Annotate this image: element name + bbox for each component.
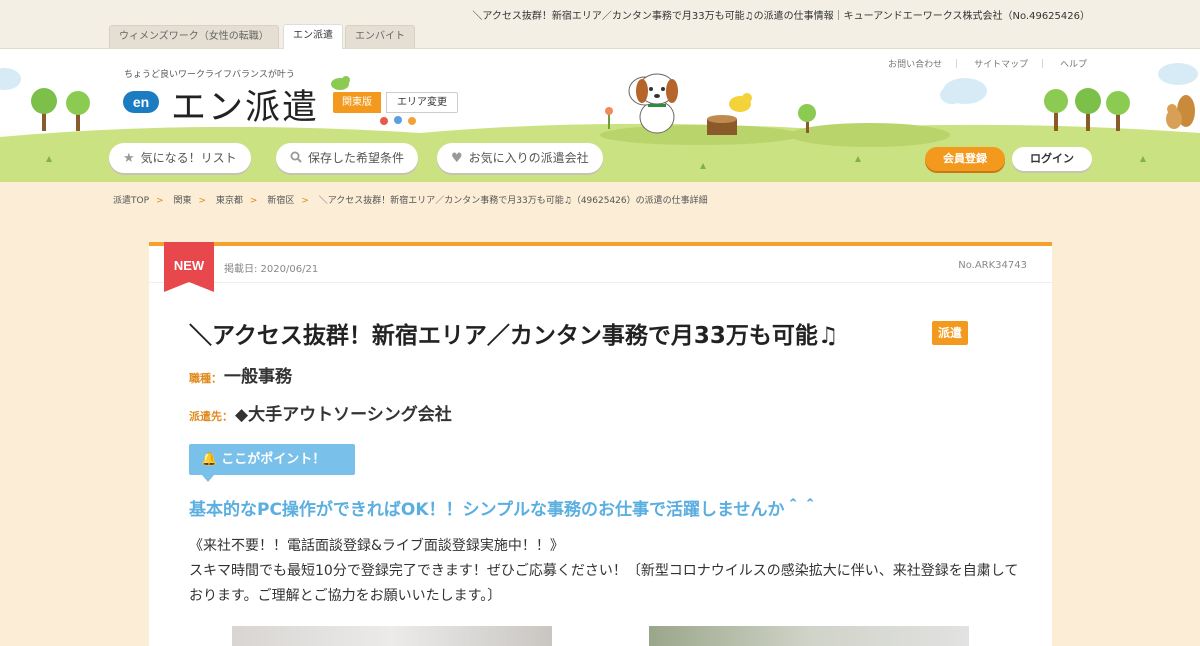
favorite-agencies-label: お気に入りの派遣会社 (468, 151, 589, 165)
catch-copy: 基本的なPC操作ができればOK！！シンプルな事務のお仕事で活躍しませんか＾＾ (189, 500, 819, 520)
page-title: ＼アクセス抜群！新宿エリア／カンタン事務で月33万も可能♫の派遣の仕事情報｜キュ… (472, 11, 1090, 22)
job-detail-card: NEW 掲載日: 2020/06/21 No.ARK34743 ＼アクセス抜群！… (149, 242, 1052, 646)
breadcrumb-separator: > (156, 196, 164, 206)
utility-links: お問い合わせ ｜ サイトマップ ｜ ヘルプ (882, 57, 1093, 70)
breadcrumb-separator: > (249, 196, 258, 206)
login-button[interactable]: ログイン (1012, 147, 1092, 171)
register-button[interactable]: 会員登録 (925, 147, 1005, 171)
tab-en-baito[interactable]: エンバイト (345, 25, 415, 48)
description-line: スキマ時間でも最短10分で登録完了できます！ぜひご応募ください！〔新型コロナウイ… (189, 563, 1019, 604)
new-ribbon: NEW (164, 242, 214, 292)
point-label-tail (202, 475, 214, 482)
job-category-value: 一般事務 (224, 367, 292, 387)
star-icon: ★ (123, 151, 135, 166)
point-label-text: ここがポイント！ (221, 452, 326, 467)
area-change-button[interactable]: エリア変更 (386, 92, 458, 113)
help-link[interactable]: ヘルプ (1060, 60, 1087, 70)
job-category-label: 職種： (189, 372, 222, 385)
search-icon (290, 144, 302, 174)
breadcrumb-item[interactable]: 東京都 (216, 196, 243, 206)
breadcrumb-separator: > (198, 196, 206, 206)
employment-type-badge: 派遣 (932, 321, 969, 345)
posted-date: 掲載日: 2020/06/21 (224, 264, 319, 275)
description-line: 《来社不要！！電話面談登録&ライブ面談登録実施中！！》 (189, 538, 564, 554)
sitemap-link[interactable]: サイトマップ (974, 60, 1028, 70)
en-logo-icon[interactable]: en (123, 91, 159, 113)
region-badge: 関東版 (333, 92, 381, 113)
card-header: NEW 掲載日: 2020/06/21 No.ARK34743 (149, 242, 1052, 292)
breadcrumb-item[interactable]: 関東 (173, 196, 191, 206)
point-label: 🔔 ここがポイント！ (189, 444, 355, 475)
breadcrumb-separator: > (301, 196, 309, 206)
job-photo (649, 626, 969, 646)
job-category: 職種： 一般事務 (189, 362, 292, 387)
site-logo[interactable]: エン派遣 (171, 79, 319, 130)
job-number: No.ARK34743 (958, 260, 1027, 271)
tab-en-haken[interactable]: エン派遣 (283, 24, 343, 49)
dispatch-value: ◆大手アウトソーシング会社 (235, 405, 452, 425)
saved-search-button[interactable]: 保存した希望条件 (276, 143, 419, 174)
saved-search-label: 保存した希望条件 (308, 151, 405, 165)
favorite-agencies-button[interactable]: ♥ お気に入りの派遣会社 (437, 143, 603, 173)
breadcrumb-item[interactable]: 派遣TOP (113, 196, 149, 206)
job-title: ＼アクセス抜群！新宿エリア／カンタン事務で月33万も可能♫ (189, 323, 839, 349)
top-bar: ＼アクセス抜群！新宿エリア／カンタン事務で月33万も可能♫の派遣の仕事情報｜キュ… (0, 0, 1200, 49)
favorites-list-button[interactable]: ★ 気になる！リスト (109, 143, 251, 173)
divider: ｜ (952, 60, 962, 70)
favorites-list-label: 気になる！リスト (140, 151, 237, 165)
heart-icon: ♥ (451, 151, 463, 166)
breadcrumb-item[interactable]: 新宿区 (267, 196, 294, 206)
bell-icon: 🔔 (201, 452, 218, 467)
job-description: 《来社不要！！電話面談登録&ライブ面談登録実施中！！》 スキマ時間でも最短10分… (189, 534, 1019, 609)
new-label: NEW (174, 258, 205, 273)
divider: ｜ (1038, 60, 1048, 70)
dispatch-label: 派遣先： (189, 410, 233, 423)
contact-link[interactable]: お問い合わせ (888, 60, 942, 70)
tab-womens-work[interactable]: ウィメンズワーク（女性の転職） (109, 25, 279, 48)
dispatch-destination: 派遣先： ◆大手アウトソーシング会社 (189, 400, 452, 425)
job-photo (232, 626, 552, 646)
breadcrumb-current: ＼アクセス抜群！新宿エリア／カンタン事務で月33万も可能♫（49625426）の… (318, 196, 708, 206)
breadcrumb: 派遣TOP > 関東 > 東京都 > 新宿区 > ＼アクセス抜群！新宿エリア／カンタン事… (113, 193, 708, 206)
